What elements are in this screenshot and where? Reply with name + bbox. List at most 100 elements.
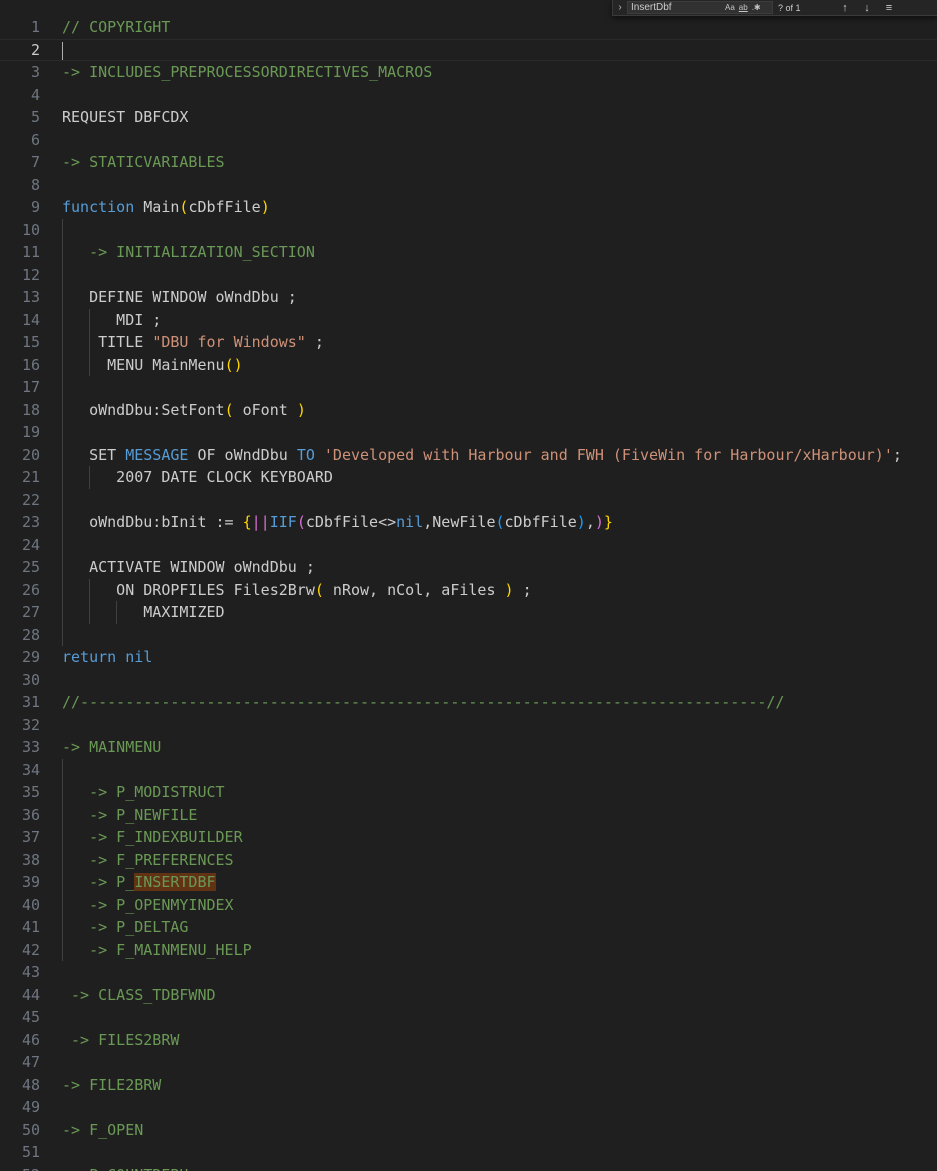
code-line[interactable]: 26 ON DROPFILES Files2Brw( nRow, nCol, a… xyxy=(0,579,937,601)
code-line[interactable]: 40 -> P_OPENMYINDEX xyxy=(0,894,937,916)
code-line[interactable]: 41 -> P_DELTAG xyxy=(0,916,937,938)
line-number: 25 xyxy=(21,558,40,576)
code-token: ) xyxy=(594,513,604,531)
code-line[interactable]: 2 xyxy=(0,38,937,61)
line-number: 45 xyxy=(21,1008,40,1026)
code-text: ON DROPFILES Files2Brw( nRow, nCol, aFil… xyxy=(62,579,531,601)
code-token: MAXIMIZED xyxy=(62,603,225,621)
whole-word-icon[interactable]: ab xyxy=(739,3,748,13)
code-line[interactable]: 50 -> F_OPEN xyxy=(0,1119,937,1141)
code-line[interactable]: 18 oWndDbu:SetFont( oFont ) xyxy=(0,399,937,421)
code-token: TO xyxy=(296,445,315,464)
code-token: -> MAINMENU xyxy=(62,738,162,756)
code-line[interactable]: 44 -> CLASS_TDBFWND xyxy=(0,984,937,1006)
code-line[interactable]: 27 MAXIMIZED xyxy=(0,601,937,623)
code-line[interactable]: 28 xyxy=(0,624,937,646)
find-input-box[interactable]: Aa ab .✱ xyxy=(627,1,773,14)
code-line[interactable]: 48 -> FILE2BRW xyxy=(0,1074,937,1096)
code-line[interactable]: 16 MENU MainMenu() xyxy=(0,354,937,376)
code-line[interactable]: 35 -> P_MODISTRUCT xyxy=(0,781,937,803)
line-number: 11 xyxy=(21,243,40,261)
code-text: -> P_OPENMYINDEX xyxy=(62,894,234,916)
code-token: -> F_PREFERENCES xyxy=(89,850,234,869)
code-line[interactable]: 30 xyxy=(0,669,937,691)
code-line[interactable]: 20 SET MESSAGE OF oWndDbu TO 'Developed … xyxy=(0,444,937,466)
line-number: 19 xyxy=(21,423,40,441)
code-token: ( xyxy=(224,400,234,419)
code-text: SET MESSAGE OF oWndDbu TO 'Developed wit… xyxy=(62,444,902,466)
code-token: -> FILES2BRW xyxy=(71,1030,180,1049)
code-line[interactable]: 7 -> STATICVARIABLES xyxy=(0,151,937,173)
code-token: -> P_COUNTREBU xyxy=(62,1166,188,1171)
find-in-selection-icon[interactable]: ≡ xyxy=(878,2,900,14)
code-text: function Main(cDbfFile) xyxy=(62,196,270,218)
code-token: { xyxy=(242,513,252,531)
code-line[interactable]: 51 xyxy=(0,1141,937,1163)
code-line[interactable]: 45 xyxy=(0,1006,937,1028)
code-line[interactable]: 52 -> P_COUNTREBU xyxy=(0,1164,937,1171)
code-token: -> INCLUDES_PREPROCESSORDIRECTIVES_MACRO… xyxy=(62,63,433,81)
code-line[interactable]: 15 TITLE "DBU for Windows" ; xyxy=(0,331,937,353)
line-number: 4 xyxy=(30,85,40,104)
code-text: -> INCLUDES_PREPROCESSORDIRECTIVES_MACRO… xyxy=(62,61,432,83)
code-line[interactable]: 31 //------------------------------------… xyxy=(0,691,937,713)
line-number: 22 xyxy=(21,490,40,509)
toggle-replace-chevron-icon[interactable]: › xyxy=(613,2,627,13)
find-input[interactable] xyxy=(631,1,721,14)
code-line[interactable]: 1 // COPYRIGHT xyxy=(0,16,937,38)
line-number: 6 xyxy=(30,130,40,149)
code-line[interactable]: 5 REQUEST DBFCDX xyxy=(0,106,937,128)
indent-guide xyxy=(62,758,63,961)
code-line[interactable]: 8 xyxy=(0,174,937,196)
code-token: ( xyxy=(296,513,306,531)
code-line[interactable]: 38 -> F_PREFERENCES xyxy=(0,849,937,871)
code-line[interactable]: 24 xyxy=(0,534,937,556)
code-line[interactable]: 36 -> P_NEWFILE xyxy=(0,804,937,826)
code-line[interactable]: 47 xyxy=(0,1051,937,1073)
line-number: 1 xyxy=(30,18,40,36)
code-line[interactable]: 34 xyxy=(0,759,937,781)
code-line[interactable]: 29 return nil xyxy=(0,646,937,668)
match-case-icon[interactable]: Aa xyxy=(725,3,735,13)
code-line[interactable]: 14 MDI ; xyxy=(0,309,937,331)
code-line[interactable]: 39 -> P_INSERTDBF xyxy=(0,871,937,893)
code-line[interactable]: 21 2007 DATE CLOCK KEYBOARD xyxy=(0,466,937,488)
code-line[interactable]: 25 ACTIVATE WINDOW oWndDbu ; xyxy=(0,556,937,578)
code-line[interactable]: 6 xyxy=(0,129,937,151)
code-line[interactable]: 11 -> INITIALIZATION_SECTION xyxy=(0,241,937,263)
code-line[interactable]: 49 xyxy=(0,1096,937,1118)
code-line[interactable]: 46 -> FILES2BRW xyxy=(0,1029,937,1051)
code-line[interactable]: 22 xyxy=(0,489,937,511)
code-token: , xyxy=(585,513,595,531)
code-line[interactable]: 13 DEFINE WINDOW oWndDbu ; xyxy=(0,286,937,308)
code-line[interactable]: 3 -> INCLUDES_PREPROCESSORDIRECTIVES_MACR… xyxy=(0,61,937,83)
code-line[interactable]: 17 xyxy=(0,376,937,398)
line-number: 16 xyxy=(21,355,40,374)
line-number: 47 xyxy=(21,1053,40,1071)
code-line[interactable]: 9 function Main(cDbfFile) xyxy=(0,196,937,218)
indent-guide xyxy=(62,218,63,646)
next-match-arrow-down-icon[interactable]: ↓ xyxy=(856,2,878,14)
code-text: oWndDbu:bInit := {||IIF(cDbfFile<>nil,Ne… xyxy=(62,511,613,533)
code-text: oWndDbu:SetFont( oFont ) xyxy=(62,399,306,421)
line-number: 36 xyxy=(21,805,40,824)
line-number: 43 xyxy=(21,963,40,981)
line-number: 44 xyxy=(21,985,40,1004)
code-line[interactable]: 42 -> F_MAINMENU_HELP xyxy=(0,939,937,961)
code-line[interactable]: 43 xyxy=(0,961,937,983)
code-line[interactable]: 10 xyxy=(0,219,937,241)
code-line[interactable]: 33 -> MAINMENU xyxy=(0,736,937,758)
previous-match-arrow-up-icon[interactable]: ↑ xyxy=(834,2,856,14)
code-line[interactable]: 19 xyxy=(0,421,937,443)
code-line[interactable]: 12 xyxy=(0,264,937,286)
code-editor[interactable]: 1// COPYRIGHT 2 3 -> INCLUDES_PREPROCESSORD… xyxy=(0,16,937,1171)
regex-icon[interactable]: .✱ xyxy=(752,3,761,13)
code-text: -> CLASS_TDBFWND xyxy=(62,984,216,1006)
line-number: 23 xyxy=(21,513,40,531)
code-line[interactable]: 37 -> F_INDEXBUILDER xyxy=(0,826,937,848)
code-line[interactable]: 32 xyxy=(0,714,937,736)
code-line[interactable]: 23 oWndDbu:bInit := {||IIF(cDbfFile<>nil… xyxy=(0,511,937,533)
code-token: OF oWndDbu xyxy=(188,445,297,464)
code-line[interactable]: 4 xyxy=(0,84,937,106)
